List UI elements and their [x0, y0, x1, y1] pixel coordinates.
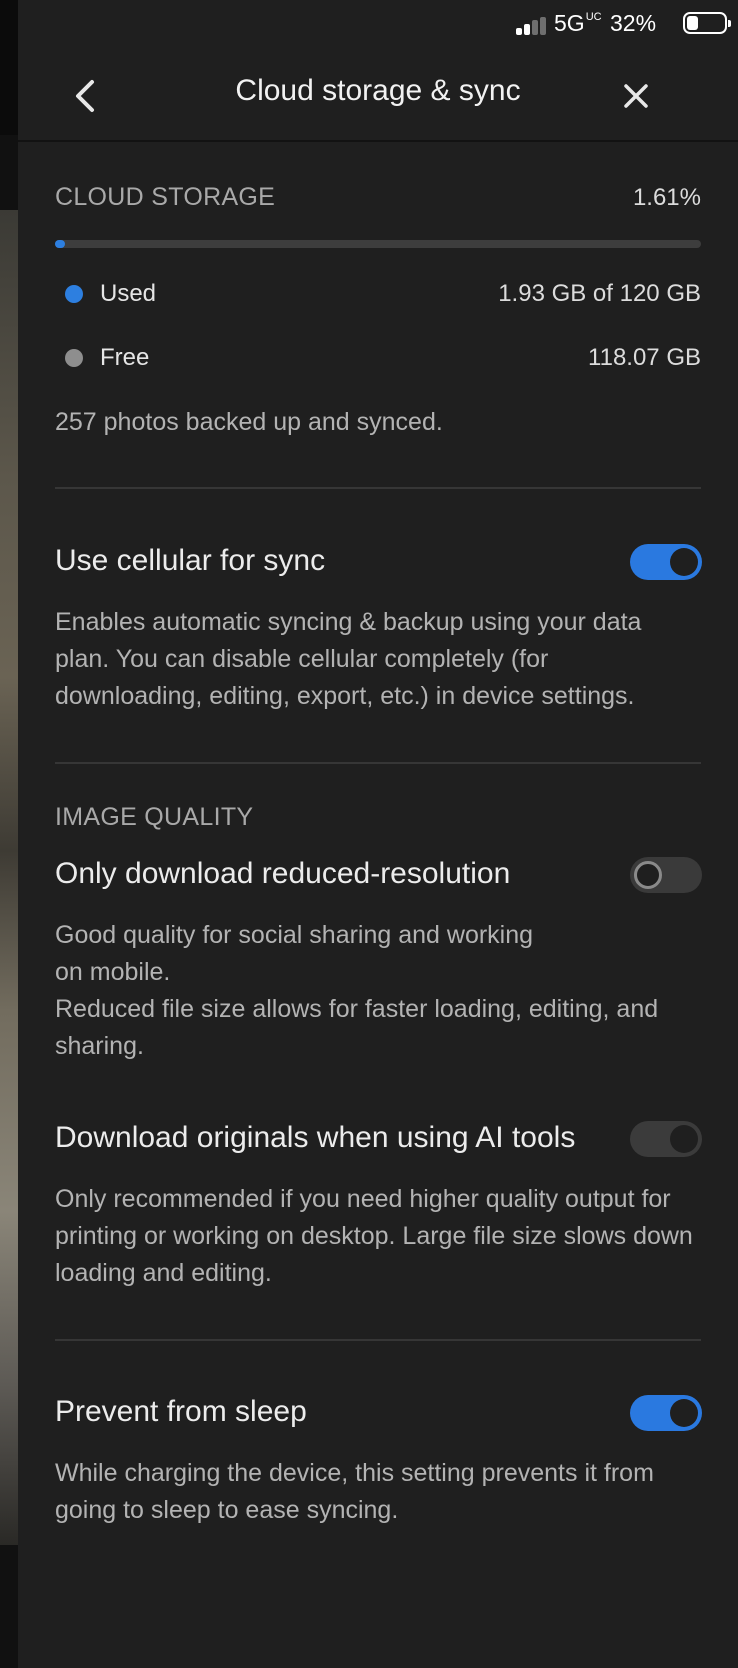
battery-icon	[683, 12, 731, 34]
cellular-sync-title: Use cellular for sync	[55, 544, 326, 577]
reduced-resolution-toggle[interactable]	[630, 857, 702, 893]
download-originals-description: Only recommended if you need higher qual…	[55, 1185, 693, 1287]
cellular-signal-icon	[516, 17, 548, 35]
divider	[55, 487, 701, 489]
cellular-sync-description: Enables automatic syncing & backup using…	[55, 608, 642, 710]
reduced-resolution-description: Good quality for social sharing and work…	[55, 921, 659, 1060]
backup-summary: 257 photos backed up and synced.	[55, 408, 443, 436]
free-label: Free	[100, 344, 150, 371]
used-value: 1.93 GB of 120 GB	[498, 280, 701, 307]
navigation-bar: Cloud storage & sync	[18, 50, 738, 142]
reduced-resolution-title: Only download reduced-resolution	[55, 857, 511, 890]
cloud-storage-label: CLOUD STORAGE	[55, 183, 276, 211]
download-originals-toggle[interactable]	[630, 1121, 702, 1157]
download-originals-title: Download originals when using AI tools	[55, 1121, 576, 1154]
prevent-sleep-title: Prevent from sleep	[55, 1395, 307, 1428]
storage-progress-fill	[55, 240, 66, 248]
free-dot-icon	[65, 349, 83, 367]
used-label: Used	[100, 280, 157, 307]
prevent-sleep-toggle[interactable]	[630, 1395, 702, 1431]
used-dot-icon	[65, 285, 83, 303]
free-value: 118.07 GB	[588, 344, 701, 371]
cellular-sync-toggle[interactable]	[630, 544, 702, 580]
prevent-sleep-description: While charging the device, this setting …	[55, 1459, 654, 1524]
network-type: 5GUC	[554, 10, 602, 36]
status-bar: 5GUC 32%	[458, 0, 738, 48]
close-button[interactable]	[616, 72, 656, 120]
image-quality-label: IMAGE QUALITY	[55, 803, 254, 831]
settings-panel: 5GUC 32% Cloud storage & sync CLOUD STOR…	[18, 0, 738, 1668]
storage-percent: 1.61%	[632, 184, 701, 211]
close-icon	[624, 84, 648, 108]
divider	[55, 762, 701, 764]
divider	[55, 1339, 701, 1341]
battery-percent: 32%	[610, 10, 657, 36]
storage-progress-bar	[55, 240, 701, 248]
